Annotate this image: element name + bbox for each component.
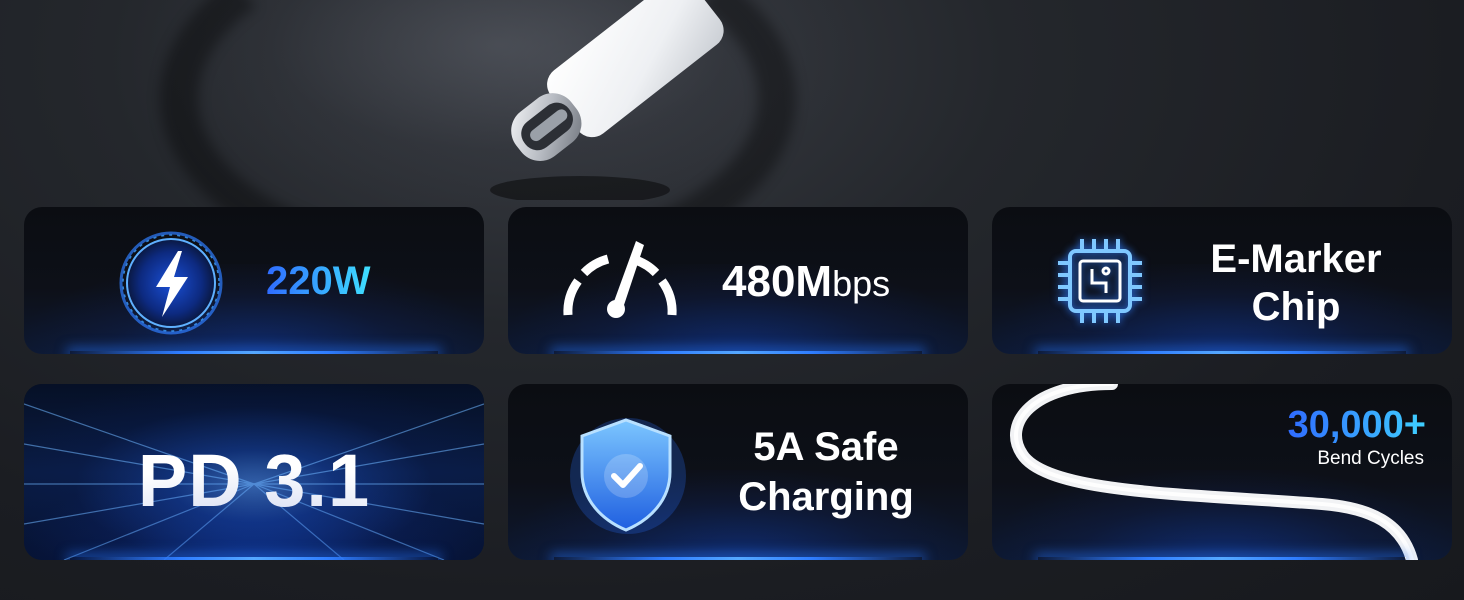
feature-card-pd: PD 3.1 — [24, 384, 484, 560]
chip-line2: Chip — [1251, 285, 1341, 329]
feature-card-speed: 480Mbps — [508, 207, 968, 354]
speedometer-icon — [563, 241, 677, 318]
safety-line2: Charging — [738, 475, 914, 519]
chip-icon — [1058, 239, 1142, 323]
safety-line1: 5A Safe — [753, 425, 899, 469]
bend-cycles-label: Bend Cycles — [1317, 448, 1424, 469]
feature-card-power: 220W — [24, 207, 484, 354]
speed-value: 480Mbps — [722, 257, 890, 307]
safety-label: 5A Safe Charging — [726, 422, 926, 522]
feature-card-chip: E-Marker Chip — [992, 207, 1452, 354]
chip-label: E-Marker Chip — [1196, 235, 1396, 331]
speed-unit: bps — [832, 263, 891, 304]
hero-banner — [0, 0, 1464, 210]
lightning-bolt-icon — [119, 231, 223, 335]
bend-cycles-value: 30,000+ — [1287, 404, 1426, 446]
shield-check-icon — [570, 418, 686, 534]
card-glow — [24, 470, 484, 560]
card-glow — [24, 264, 484, 354]
power-value: 220W — [266, 259, 371, 303]
usb-c-connector-icon — [490, 0, 724, 200]
chip-line1: E-Marker — [1210, 237, 1382, 281]
speed-number: 480M — [722, 257, 833, 306]
feature-card-durability: 30,000+ Bend Cycles — [992, 384, 1452, 560]
feature-card-safety: 5A Safe Charging — [508, 384, 968, 560]
